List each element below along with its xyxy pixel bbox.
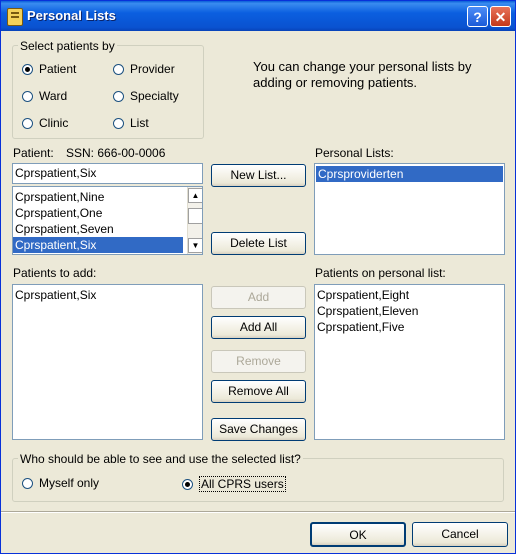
patients-to-add-label: Patients to add: [13, 266, 97, 280]
patient-list[interactable]: Cprspatient,Nine Cprspatient,One Cprspat… [12, 186, 203, 255]
radio-provider-dot [113, 63, 124, 75]
save-changes-button[interactable]: Save Changes [211, 418, 306, 441]
radio-ward-label: Ward [39, 89, 68, 103]
add-all-button[interactable]: Add All [211, 316, 306, 339]
list-item[interactable]: Cprspatient,Eleven [315, 303, 504, 319]
radio-provider-label: Provider [130, 62, 175, 76]
patient-label: Patient: [13, 146, 54, 160]
radio-myself-dot [22, 477, 33, 489]
remove-all-button[interactable]: Remove All [211, 380, 306, 403]
radio-all-users-dot [182, 478, 193, 490]
window-title: Personal Lists [27, 8, 116, 23]
radio-ward[interactable]: Ward [22, 89, 67, 103]
radio-myself-label: Myself only [39, 476, 100, 490]
list-item[interactable]: Cprspatient,Seven [13, 221, 202, 237]
close-button[interactable]: ✕ [490, 6, 511, 27]
radio-patient-dot [22, 63, 33, 75]
radio-specialty[interactable]: Specialty [113, 89, 179, 103]
visibility-group-label: Who should be able to see and use the se… [18, 452, 303, 466]
select-patients-group-label: Select patients by [18, 39, 117, 53]
notepad-icon [7, 8, 23, 26]
radio-list-label: List [130, 116, 149, 130]
delete-list-button[interactable]: Delete List [211, 232, 306, 255]
list-item-selected[interactable]: Cprsproviderten [316, 166, 503, 182]
personal-lists-box[interactable]: Cprsproviderten [314, 163, 505, 255]
list-item[interactable]: Cprspatient,One [13, 205, 202, 221]
radio-patient[interactable]: Patient [22, 62, 76, 76]
radio-myself-only[interactable]: Myself only [22, 476, 99, 490]
patients-on-list-label: Patients on personal list: [315, 266, 446, 280]
title-bar: Personal Lists ? ✕ [1, 1, 515, 31]
list-item[interactable]: Cprspatient,Five [315, 319, 504, 335]
ok-button[interactable]: OK [310, 522, 406, 547]
radio-specialty-dot [113, 90, 124, 102]
new-list-button[interactable]: New List... [211, 164, 306, 187]
list-item[interactable]: Cprspatient,Six [13, 287, 202, 303]
radio-specialty-label: Specialty [130, 89, 179, 103]
radio-patient-label: Patient [39, 62, 77, 76]
add-button[interactable]: Add [211, 286, 306, 309]
scroll-up-icon[interactable]: ▲ [188, 188, 202, 203]
radio-clinic-label: Clinic [39, 116, 69, 130]
scroll-down-icon[interactable]: ▼ [188, 238, 202, 253]
patient-ssn: SSN: 666-00-0006 [66, 146, 166, 160]
patient-search-input[interactable]: Cprspatient,Six [12, 163, 203, 184]
cancel-button[interactable]: Cancel [412, 522, 508, 547]
radio-clinic-dot [22, 117, 33, 129]
list-item-selected[interactable]: Cprspatient,Six [13, 237, 183, 253]
radio-all-cprs-users[interactable]: All CPRS users [182, 476, 286, 492]
radio-list-dot [113, 117, 124, 129]
list-item[interactable]: Cprspatient,Eight [315, 287, 504, 303]
radio-clinic[interactable]: Clinic [22, 116, 68, 130]
scroll-thumb[interactable] [188, 208, 202, 224]
patients-on-list[interactable]: Cprspatient,Eight Cprspatient,Eleven Cpr… [314, 284, 505, 440]
radio-provider[interactable]: Provider [113, 62, 175, 76]
bottom-separator [1, 511, 515, 513]
patient-list-scrollbar[interactable]: ▲ ▼ [187, 187, 202, 254]
help-button[interactable]: ? [467, 6, 488, 27]
radio-list[interactable]: List [113, 116, 149, 130]
info-text: You can change your personal lists by ad… [253, 59, 472, 90]
patient-search-value: Cprspatient,Six [15, 166, 97, 180]
remove-button[interactable]: Remove [211, 350, 306, 373]
patients-to-add-list[interactable]: Cprspatient,Six [12, 284, 203, 440]
radio-ward-dot [22, 90, 33, 102]
list-item[interactable]: Cprspatient,Nine [13, 189, 202, 205]
radio-all-users-label: All CPRS users [199, 476, 286, 492]
personal-lists-dialog: Personal Lists ? ✕ Select patients by Pa… [0, 0, 516, 554]
personal-lists-label: Personal Lists: [315, 146, 394, 160]
